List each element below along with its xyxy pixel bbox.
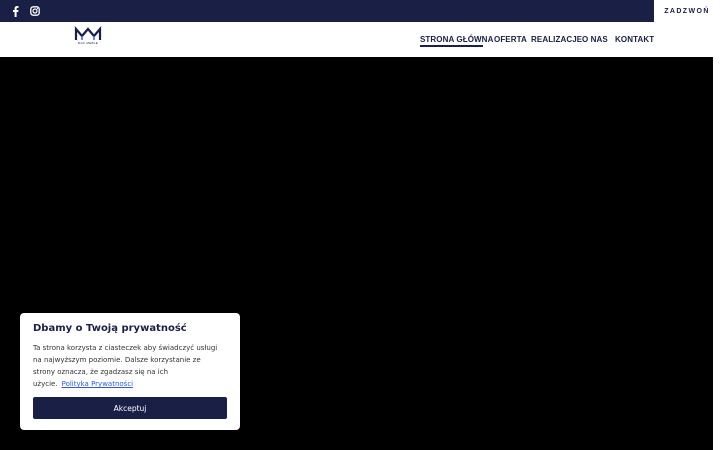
accept-cookies-button[interactable]: Akceptuj [33,397,227,419]
cookie-consent-dialog: Dbamy o Twoją prywatność Ta strona korzy… [20,313,240,430]
call-button[interactable]: ZADZWOŃ [654,0,720,22]
scrollbar-gutter[interactable] [713,22,720,450]
nav-item-home[interactable]: STRONA GŁÓWNA [420,22,493,57]
cookie-text-block: Ta strona korzysta z ciasteczek aby świa… [33,342,223,390]
privacy-policy-link[interactable]: Polityka Prywatności [62,380,134,388]
facebook-icon[interactable] [7,0,23,22]
nav-item-offer[interactable]: OFERTA [494,22,527,57]
nav-item-about[interactable]: O NAS [582,22,608,57]
instagram-icon[interactable] [27,0,43,22]
nav-item-contact[interactable]: KONTAKT [615,22,654,57]
top-bar [0,0,720,22]
cookie-title: Dbamy o Twoją prywatność [33,323,187,334]
nav-item-realizations[interactable]: REALIZACJE [531,22,582,57]
active-nav-underline [420,45,483,47]
logo-subtitle: MAX MEBLE [77,41,99,45]
